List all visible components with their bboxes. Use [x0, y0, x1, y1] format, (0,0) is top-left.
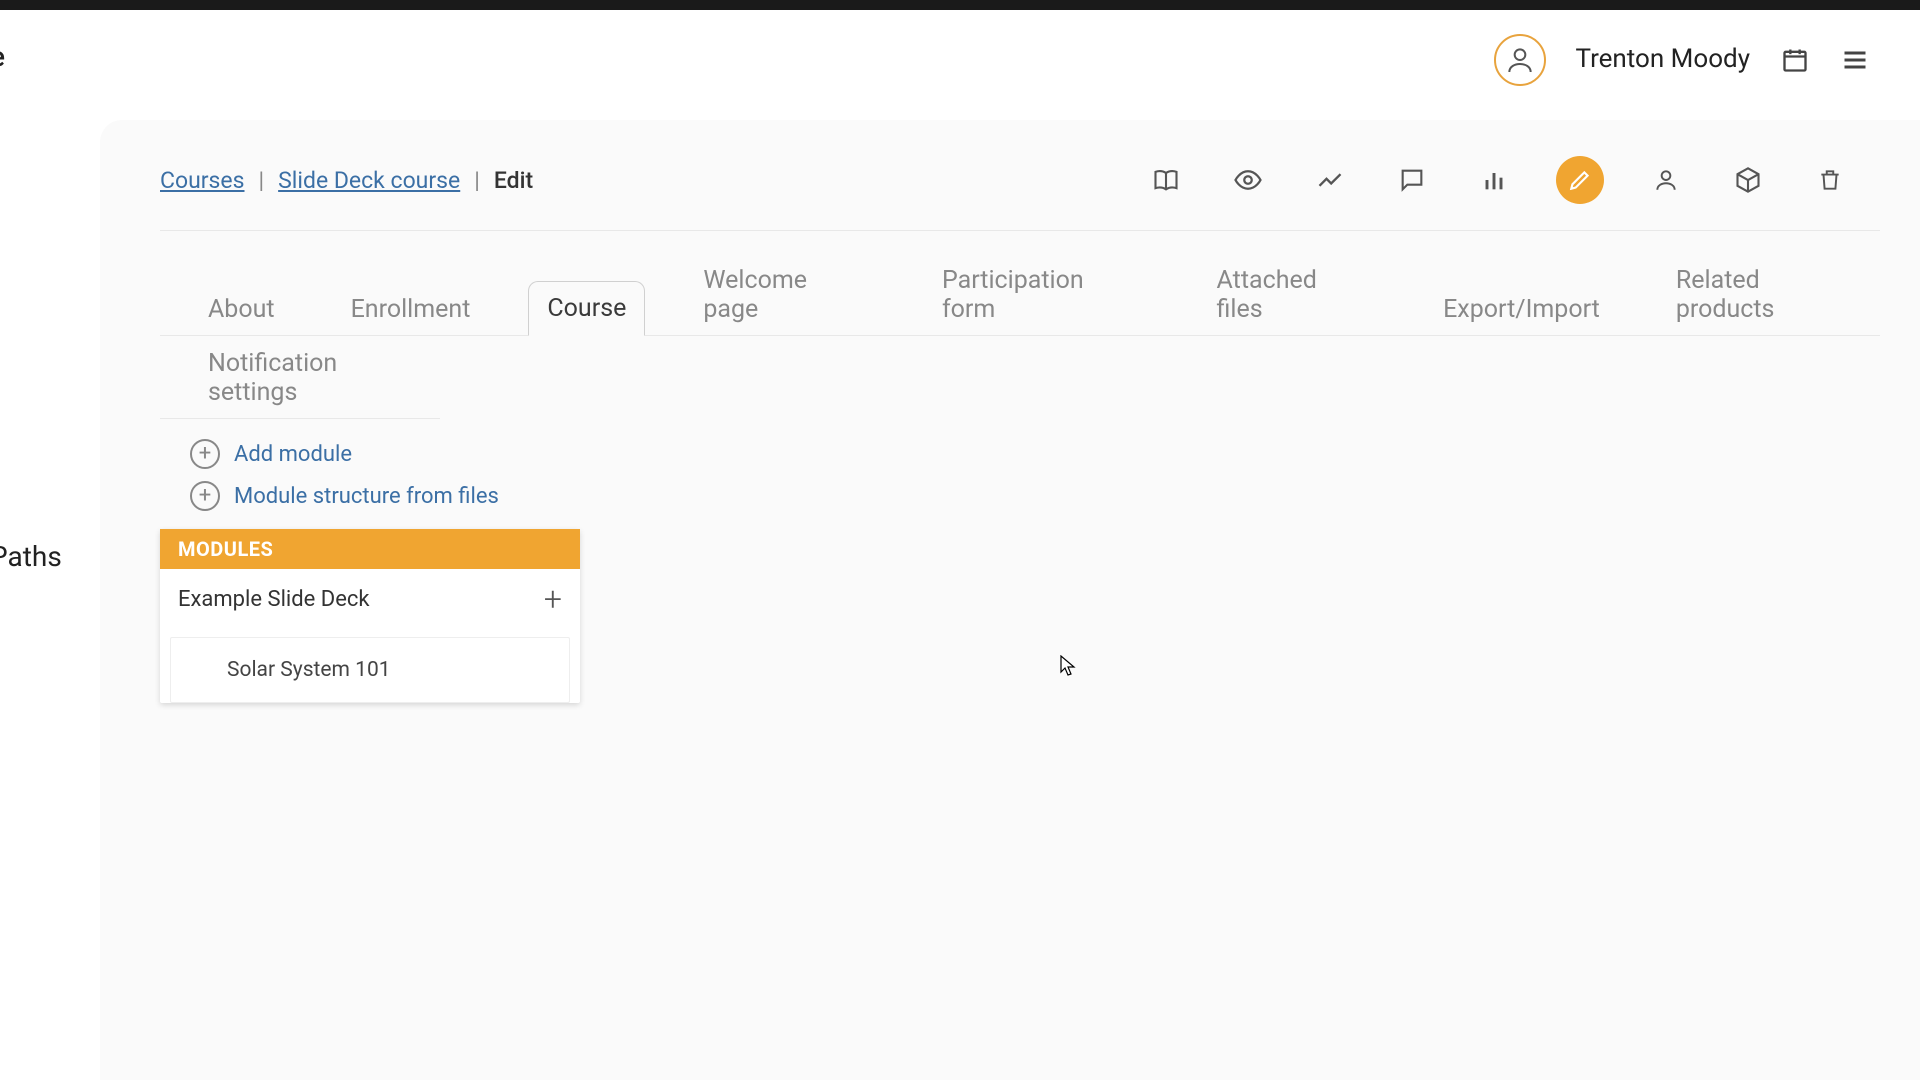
header-row: Courses | Slide Deck course | Edit — [160, 150, 1880, 210]
bar-chart-icon[interactable] — [1474, 160, 1514, 200]
tab-attached-files[interactable]: Attached files — [1199, 254, 1386, 336]
edit-icon[interactable] — [1556, 156, 1604, 204]
breadcrumb-sep: | — [259, 167, 265, 194]
add-item-icon[interactable]: + — [544, 583, 562, 615]
hamburger-menu-icon[interactable] — [1840, 45, 1870, 75]
tab-notification-settings[interactable]: Notification settings — [190, 337, 440, 419]
module-structure-from-files-label: Module structure from files — [234, 484, 499, 509]
person-icon[interactable] — [1646, 160, 1686, 200]
breadcrumb-link-courses[interactable]: Courses — [160, 167, 245, 194]
tab-course[interactable]: Course — [528, 281, 645, 336]
username: Trenton Moody — [1576, 44, 1750, 75]
book-icon[interactable] — [1146, 160, 1186, 200]
module-actions: + Add module + Module structure from fil… — [160, 439, 1880, 511]
module-title: Example Slide Deck — [178, 587, 370, 612]
trash-icon[interactable] — [1810, 160, 1850, 200]
tabs-row-secondary: Notification settings — [160, 336, 440, 419]
tab-export-import[interactable]: Export/Import — [1425, 283, 1618, 336]
leftnav-paths[interactable]: Paths — [0, 540, 62, 573]
module-item[interactable]: Solar System 101 — [170, 637, 570, 703]
breadcrumb-sep: | — [474, 167, 480, 194]
plus-circle-icon: + — [190, 439, 220, 469]
tabs-row: About Enrollment Course Welcome page Par… — [160, 253, 1880, 336]
divider — [160, 230, 1880, 231]
eye-icon[interactable] — [1228, 160, 1268, 200]
add-module-label: Add module — [234, 442, 352, 467]
leftnav-peek: e — [0, 40, 5, 73]
avatar-icon — [1504, 44, 1536, 76]
module-structure-from-files-button[interactable]: + Module structure from files — [190, 481, 1880, 511]
plus-circle-icon: + — [190, 481, 220, 511]
add-module-button[interactable]: + Add module — [190, 439, 1880, 469]
breadcrumb-link-course[interactable]: Slide Deck course — [278, 167, 460, 194]
action-icons — [1146, 156, 1880, 204]
tab-participation-form[interactable]: Participation form — [924, 254, 1159, 336]
breadcrumb: Courses | Slide Deck course | Edit — [160, 167, 533, 194]
tab-related-products[interactable]: Related products — [1658, 254, 1880, 336]
avatar[interactable] — [1494, 34, 1546, 86]
cube-icon[interactable] — [1728, 160, 1768, 200]
modules-header: MODULES — [160, 529, 580, 569]
line-chart-icon[interactable] — [1310, 160, 1350, 200]
comment-icon[interactable] — [1392, 160, 1432, 200]
tab-enrollment[interactable]: Enrollment — [333, 283, 489, 336]
calendar-icon[interactable] — [1780, 45, 1810, 75]
tab-welcome-page[interactable]: Welcome page — [685, 254, 884, 336]
module-row[interactable]: Example Slide Deck + — [160, 569, 580, 637]
tab-about[interactable]: About — [190, 283, 293, 336]
breadcrumb-current: Edit — [494, 167, 533, 194]
content-card: Courses | Slide Deck course | Edit — [100, 120, 1920, 1080]
topbar: Trenton Moody — [0, 10, 1920, 110]
module-panel: MODULES Example Slide Deck + Solar Syste… — [160, 529, 580, 703]
